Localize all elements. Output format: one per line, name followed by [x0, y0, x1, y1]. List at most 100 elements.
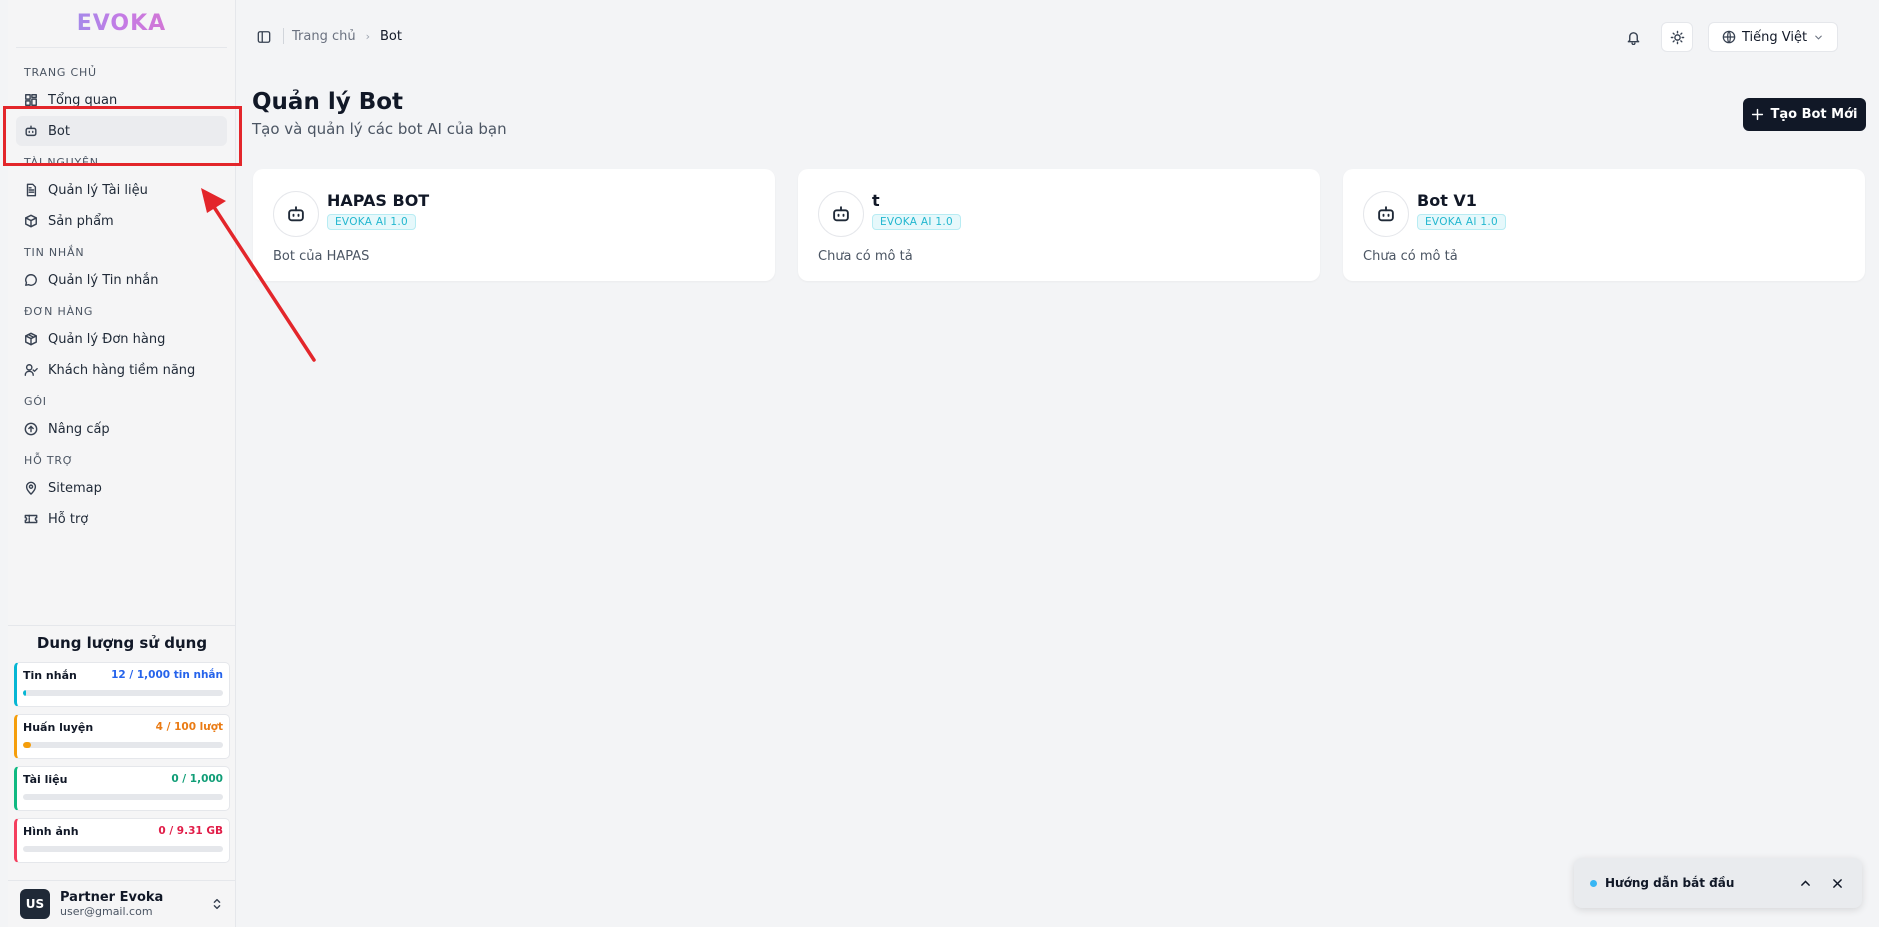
breadcrumb: Trang chủ › Bot: [283, 28, 402, 44]
usage-panel: Dung lượng sử dụng Tin nhắn 12 / 1,000 ti…: [8, 625, 236, 870]
usage-value: 4 / 100 lượt: [155, 721, 223, 733]
usage-label: Huấn luyện: [23, 721, 94, 734]
bot-description: Bot của HAPAS: [273, 249, 370, 264]
sidebar-item-label: Khách hàng tiềm năng: [48, 362, 196, 378]
box-icon: [24, 214, 38, 228]
sidebar-item-label: Sitemap: [48, 480, 102, 496]
usage-card-documents: Tài liệu 0 / 1,000: [14, 766, 230, 811]
sidebar-item-orders[interactable]: Quản lý Đơn hàng: [16, 324, 227, 354]
language-label: Tiếng Việt: [1741, 29, 1808, 45]
section-title: ĐƠN HÀNG: [24, 305, 94, 318]
sidebar-item-products[interactable]: Sản phẩm: [16, 206, 227, 236]
section-title: HỖ TRỢ: [24, 454, 74, 467]
section-title: GÓI: [24, 395, 47, 408]
breadcrumb-divider: [283, 28, 284, 44]
usage-label: Tài liệu: [23, 773, 68, 786]
guide-label: Hướng dẫn bắt đầu: [1605, 876, 1735, 890]
section-orders: ĐƠN HÀNG Quản lý Đơn hàng Khách hàng tiề…: [16, 301, 227, 385]
sidebar-item-label: Hỗ trợ: [48, 511, 89, 527]
sidebar-item-sitemap[interactable]: Sitemap: [16, 473, 227, 503]
sidebar-item-upgrade[interactable]: Nâng cấp: [16, 414, 227, 444]
bot-model-badge: EVOKA AI 1.0: [327, 214, 417, 230]
usage-label: Tin nhắn: [23, 669, 77, 682]
bot-name: Bot V1: [1417, 191, 1477, 210]
language-select[interactable]: Tiếng Việt: [1708, 22, 1838, 52]
avatar: US: [20, 889, 50, 919]
sidebar-item-label: Quản lý Đơn hàng: [48, 331, 166, 347]
bot-icon: [1363, 191, 1409, 237]
usage-label: Hình ảnh: [23, 825, 79, 838]
usage-bar-fill: [23, 742, 31, 748]
app-logo[interactable]: EVOKA: [16, 0, 227, 48]
usage-bar: [23, 690, 223, 696]
chevron-up-icon[interactable]: [1796, 874, 1814, 892]
breadcrumb-home[interactable]: Trang chủ: [292, 29, 356, 44]
usage-card-training: Huấn luyện 4 / 100 lượt: [14, 714, 230, 759]
chat-icon: [24, 273, 38, 287]
bot-icon: [818, 191, 864, 237]
notifications-button[interactable]: [1618, 22, 1648, 52]
usage-bar: [23, 742, 223, 748]
section-messages: TIN NHẮN Quản lý Tin nhắn: [16, 242, 227, 295]
upgrade-icon: [24, 422, 38, 436]
usage-card-messages: Tin nhắn 12 / 1,000 tin nhắn: [14, 662, 230, 707]
sidebar-item-label: Quản lý Tin nhắn: [48, 272, 159, 288]
annotation-highlight-box: [3, 106, 242, 166]
user-menu[interactable]: US Partner Evoka user@gmail.com: [8, 880, 236, 927]
usage-bar: [23, 846, 223, 852]
globe-icon: [1722, 30, 1736, 44]
sidebar-toggle-icon[interactable]: [257, 30, 271, 44]
file-icon: [24, 183, 38, 197]
sidebar-item-label: Quản lý Tài liệu: [48, 182, 148, 198]
sidebar-item-label: Nâng cấp: [48, 421, 110, 437]
bell-icon: [1627, 31, 1639, 45]
usage-value: 0 / 1,000: [171, 773, 223, 785]
bot-name: HAPAS BOT: [327, 191, 430, 210]
user-email: user@gmail.com: [60, 905, 153, 918]
sidebar-item-documents[interactable]: Quản lý Tài liệu: [16, 175, 227, 205]
chevron-down-icon: [1815, 35, 1822, 40]
user-info: Partner Evoka user@gmail.com: [60, 890, 210, 918]
package-icon: [24, 332, 38, 346]
section-title: TIN NHẮN: [24, 246, 85, 259]
bot-description: Chưa có mô tả: [1363, 249, 1458, 264]
breadcrumb-current: Bot: [380, 28, 402, 44]
ticket-icon: [24, 512, 38, 526]
page-title: Quản lý Bot: [252, 89, 404, 115]
bot-icon: [273, 191, 319, 237]
bot-card[interactable]: t EVOKA AI 1.0 Chưa có mô tả: [798, 169, 1320, 281]
status-dot: [1590, 879, 1597, 887]
section-plan: GÓI Nâng cấp: [16, 391, 227, 444]
create-bot-label: Tạo Bot Mới: [1770, 107, 1858, 122]
sidebar-item-messages[interactable]: Quản lý Tin nhắn: [16, 265, 227, 295]
bot-card[interactable]: HAPAS BOT EVOKA AI 1.0 Bot của HAPAS: [253, 169, 775, 281]
sidebar-item-support[interactable]: Hỗ trợ: [16, 504, 227, 534]
usage-value: 0 / 9.31 GB: [158, 825, 223, 837]
bot-model-badge: EVOKA AI 1.0: [1417, 214, 1507, 230]
bot-description: Chưa có mô tả: [818, 249, 913, 264]
dashboard-icon: [24, 93, 38, 107]
getting-started-guide[interactable]: Hướng dẫn bắt đầu: [1574, 858, 1862, 908]
sidebar-item-label: Sản phẩm: [48, 213, 114, 229]
sidebar-item-leads[interactable]: Khách hàng tiềm năng: [16, 355, 227, 385]
usage-title: Dung lượng sử dụng: [36, 634, 208, 652]
usage-card-images: Hình ảnh 0 / 9.31 GB: [14, 818, 230, 863]
usage-bar-fill: [23, 690, 26, 696]
section-title: TRANG CHỦ: [24, 66, 97, 79]
section-support: HỖ TRỢ Sitemap Hỗ trợ: [16, 450, 227, 534]
chevron-right-icon: ›: [365, 29, 370, 43]
usage-bar: [23, 794, 223, 800]
bot-name: t: [872, 191, 880, 210]
theme-toggle-button[interactable]: [1661, 22, 1693, 52]
sun-icon: [1670, 30, 1684, 44]
page-subtitle: Tạo và quản lý các bot AI của bạn: [252, 120, 507, 138]
user-check-icon: [24, 363, 38, 377]
close-icon[interactable]: [1828, 874, 1846, 892]
plus-icon: [1752, 108, 1764, 121]
bot-card[interactable]: Bot V1 EVOKA AI 1.0 Chưa có mô tả: [1343, 169, 1865, 281]
user-name: Partner Evoka: [60, 890, 164, 905]
chevrons-up-down-icon: [213, 898, 221, 910]
usage-value: 12 / 1,000 tin nhắn: [111, 669, 223, 681]
create-bot-button[interactable]: Tạo Bot Mới: [1743, 98, 1866, 131]
topbar: Trang chủ › Bot Tiếng Việt: [237, 0, 1879, 74]
